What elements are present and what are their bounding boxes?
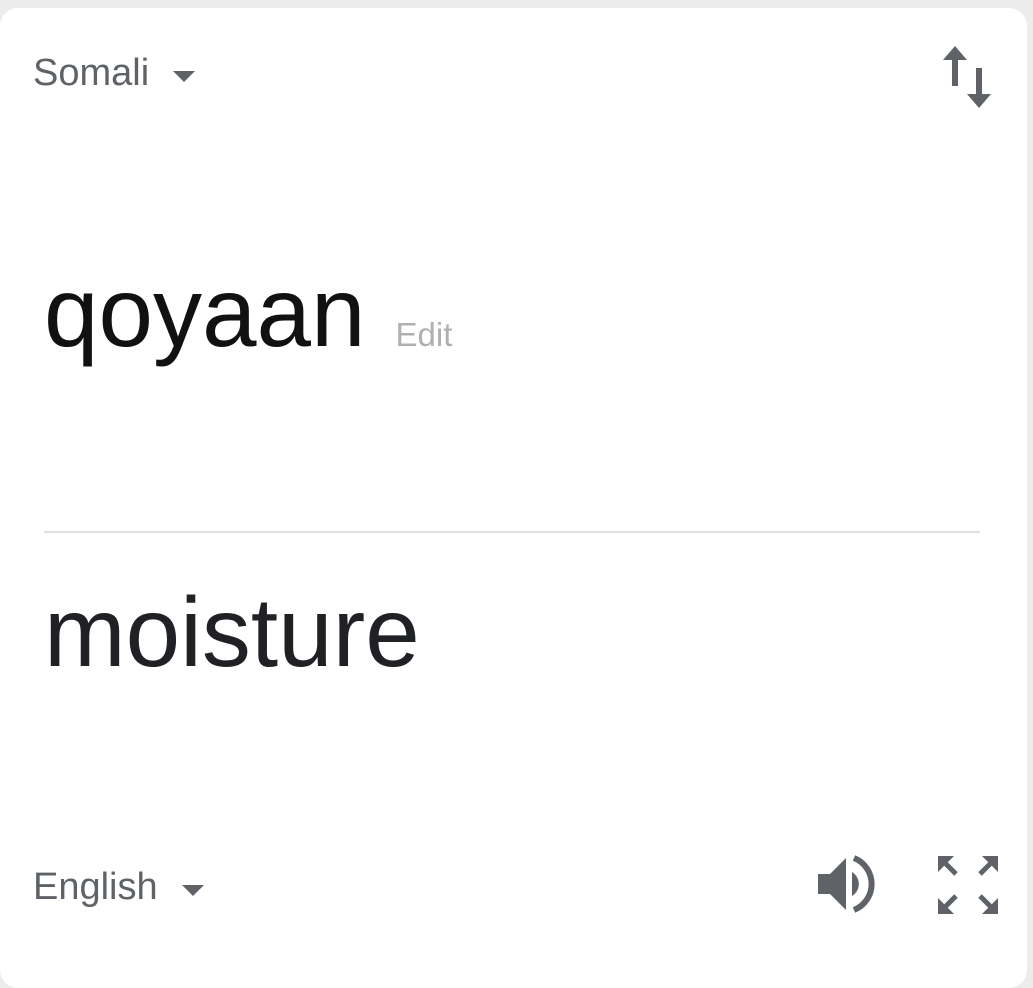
divider [44,531,980,533]
swap-languages-icon[interactable] [942,46,996,108]
source-text-row: qoyaan Edit [44,263,452,361]
edit-button[interactable]: Edit [396,316,453,354]
target-language-select[interactable]: English [33,866,204,909]
translation-card: Somali qoyaan Edit moisture English [0,8,1027,988]
source-language-label: Somali [33,52,150,94]
target-language-label: English [33,866,158,908]
speaker-icon[interactable] [816,854,880,914]
source-language-select[interactable]: Somali [33,52,196,95]
caret-down-icon [173,71,196,82]
caret-down-icon [181,885,204,896]
translation-text: moisture [44,577,420,687]
source-text[interactable]: qoyaan [44,263,366,361]
fullscreen-icon[interactable] [936,854,1000,916]
